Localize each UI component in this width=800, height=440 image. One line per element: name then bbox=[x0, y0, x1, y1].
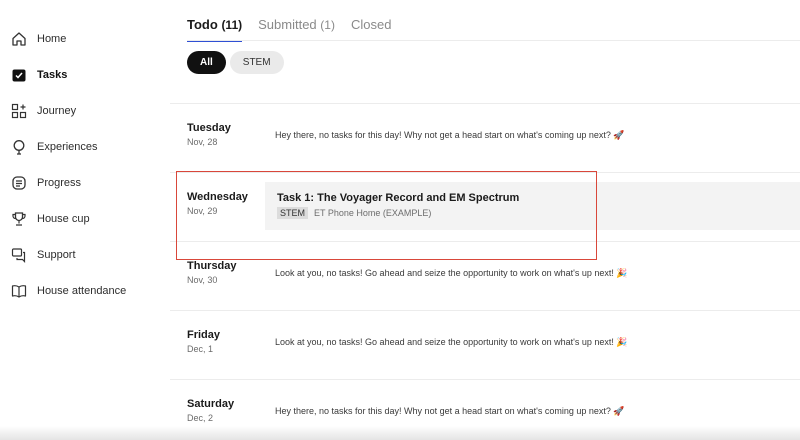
sidebar-item-support[interactable]: Support bbox=[10, 242, 76, 268]
trophy-icon bbox=[10, 210, 28, 228]
sidebar-item-journey[interactable]: Journey bbox=[10, 98, 76, 124]
tab-submitted[interactable]: Submitted (1) bbox=[258, 17, 335, 40]
sidebar-item-home[interactable]: Home bbox=[10, 26, 66, 52]
tab-label: Todo bbox=[187, 17, 218, 32]
support-icon bbox=[10, 246, 28, 264]
day-date: Dec, 2 bbox=[187, 413, 214, 423]
sidebar-item-label: Home bbox=[37, 33, 67, 45]
day-row-tuesday: Tuesday Nov, 28 Hey there, no tasks for … bbox=[170, 103, 800, 172]
filter-chip-all[interactable]: All bbox=[187, 51, 226, 74]
day-row-saturday: Saturday Dec, 2 Hey there, no tasks for … bbox=[170, 379, 800, 440]
day-name: Saturday bbox=[187, 398, 235, 410]
day-label: Thursday Nov, 30 bbox=[187, 260, 237, 285]
empty-day-message: Hey there, no tasks for this day! Why no… bbox=[275, 130, 625, 140]
journey-icon bbox=[10, 102, 28, 120]
day-name: Wednesday bbox=[187, 191, 248, 203]
task-title: Task 1: The Voyager Record and EM Spectr… bbox=[277, 192, 520, 204]
subject-tag: STEM bbox=[277, 207, 309, 219]
tabs-divider bbox=[187, 40, 800, 41]
sidebar-item-experiences[interactable]: Experiences bbox=[10, 134, 98, 160]
progress-icon bbox=[10, 174, 28, 192]
empty-day-message: Look at you, no tasks! Go ahead and seiz… bbox=[275, 337, 628, 347]
sidebar-item-label: Support bbox=[37, 249, 76, 261]
day-row-friday: Friday Dec, 1 Look at you, no tasks! Go … bbox=[170, 310, 800, 379]
day-date: Nov, 30 bbox=[187, 275, 218, 285]
home-icon bbox=[10, 30, 28, 48]
tab-closed[interactable]: Closed bbox=[351, 17, 391, 40]
task-meta: STEM ET Phone Home (EXAMPLE) bbox=[277, 207, 788, 219]
project-name: ET Phone Home (EXAMPLE) bbox=[314, 208, 432, 218]
tasks-icon bbox=[10, 66, 28, 84]
tab-label: Submitted bbox=[258, 17, 317, 32]
day-row-thursday: Thursday Nov, 30 Look at you, no tasks! … bbox=[170, 241, 800, 310]
day-row-wednesday: Wednesday Nov, 29 Task 1: The Voyager Re… bbox=[170, 172, 800, 241]
sidebar: Home Tasks Journey Experiences Progress … bbox=[0, 0, 170, 440]
day-label: Tuesday Nov, 28 bbox=[187, 122, 231, 147]
task-tabs: Todo (11) Submitted (1) Closed bbox=[187, 0, 407, 42]
day-label: Friday Dec, 1 bbox=[187, 329, 220, 354]
day-date: Dec, 1 bbox=[187, 344, 214, 354]
day-date: Nov, 29 bbox=[187, 206, 218, 216]
tab-label: Closed bbox=[350, 17, 392, 32]
filter-chip-stem[interactable]: STEM bbox=[229, 51, 284, 74]
sidebar-item-tasks[interactable]: Tasks bbox=[10, 62, 67, 88]
empty-day-message: Look at you, no tasks! Go ahead and seiz… bbox=[275, 268, 628, 278]
filter-chips: All STEM bbox=[187, 51, 284, 74]
day-name: Friday bbox=[187, 329, 221, 341]
sidebar-item-house-cup[interactable]: House cup bbox=[10, 206, 90, 232]
day-date: Nov, 28 bbox=[187, 137, 218, 147]
tab-count: (11) bbox=[221, 18, 243, 32]
day-label: Wednesday Nov, 29 bbox=[187, 191, 248, 216]
empty-day-message: Hey there, no tasks for this day! Why no… bbox=[275, 406, 625, 416]
day-name: Tuesday bbox=[187, 122, 231, 134]
experiences-icon bbox=[10, 138, 28, 156]
sidebar-item-house-attendance[interactable]: House attendance bbox=[10, 278, 126, 304]
day-name: Thursday bbox=[187, 260, 237, 272]
sidebar-item-label: Tasks bbox=[37, 69, 68, 81]
sidebar-item-label: Journey bbox=[37, 105, 77, 117]
book-icon bbox=[10, 282, 28, 300]
day-label: Saturday Dec, 2 bbox=[187, 398, 234, 423]
sidebar-item-label: House cup bbox=[37, 213, 90, 225]
tab-todo[interactable]: Todo (11) bbox=[187, 17, 243, 42]
main-content: Todo (11) Submitted (1) Closed All STEM … bbox=[170, 0, 800, 440]
task-card[interactable]: Task 1: The Voyager Record and EM Spectr… bbox=[265, 182, 800, 230]
tab-count: (1) bbox=[320, 18, 335, 32]
sidebar-item-label: House attendance bbox=[37, 285, 127, 297]
sidebar-item-progress[interactable]: Progress bbox=[10, 170, 81, 196]
sidebar-item-label: Progress bbox=[37, 177, 82, 189]
sidebar-item-label: Experiences bbox=[37, 141, 98, 153]
